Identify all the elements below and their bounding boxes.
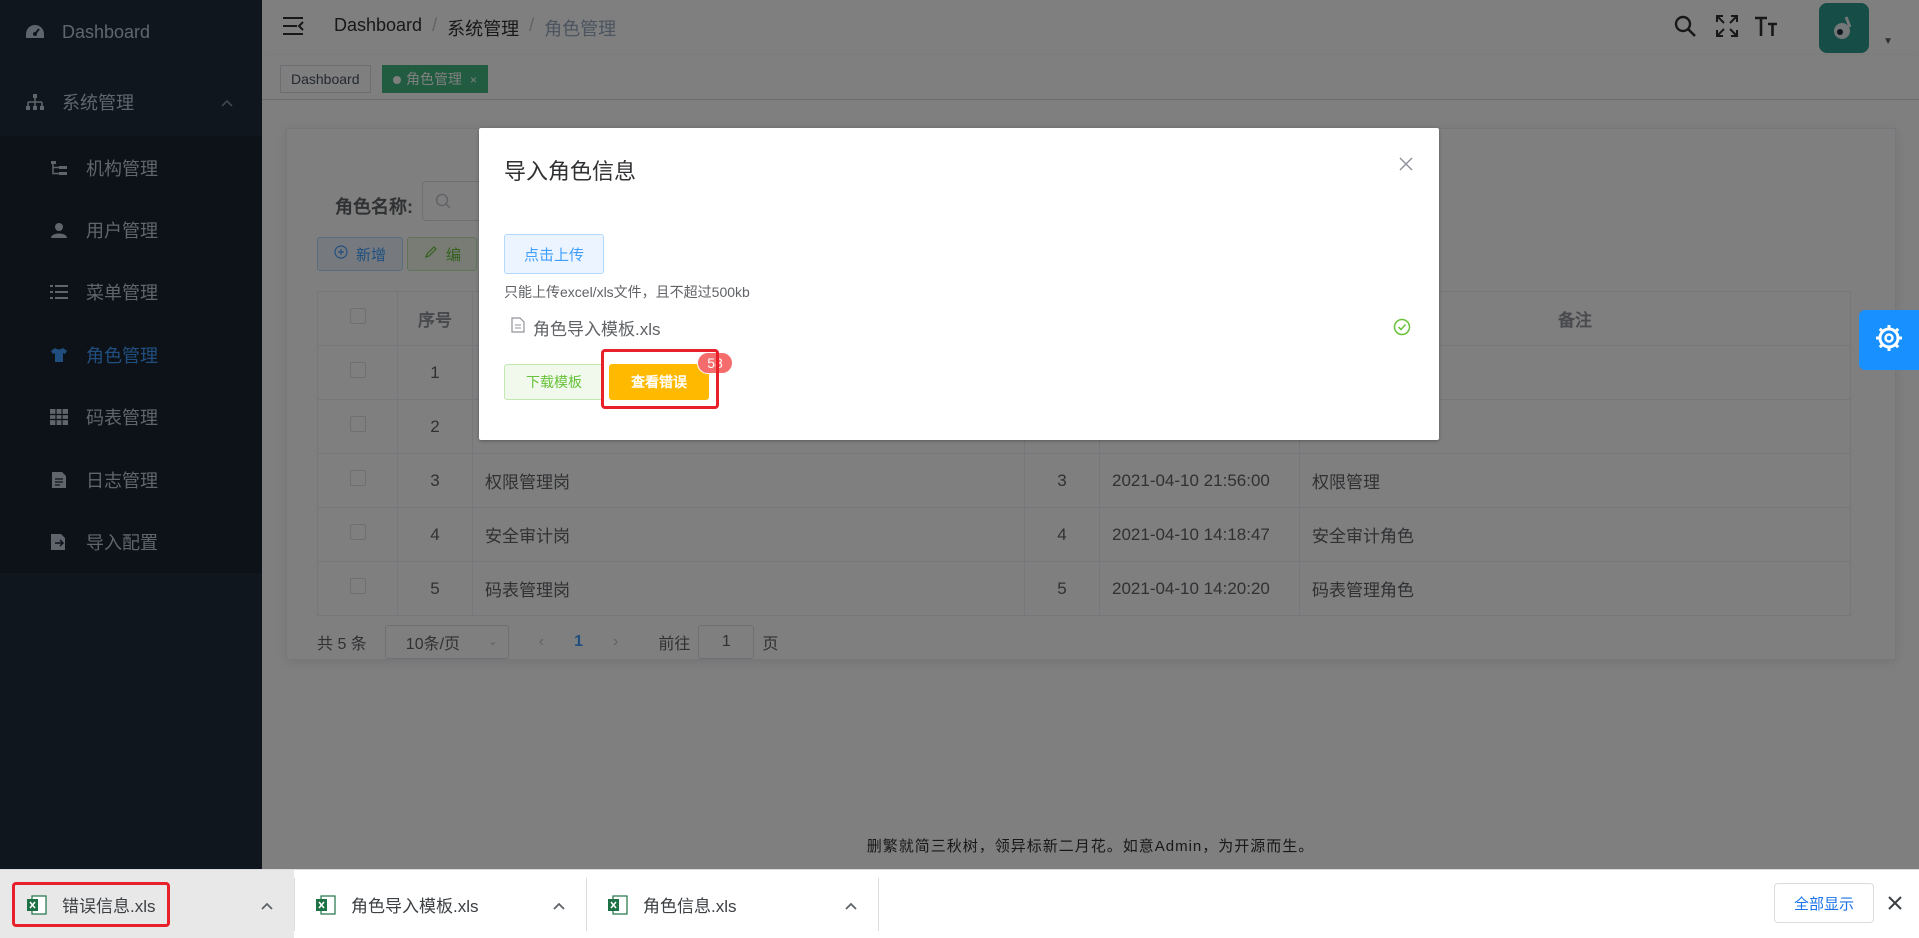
- highlight-box: [601, 349, 719, 409]
- upload-button[interactable]: 点击上传: [504, 234, 604, 274]
- download-item[interactable]: 角色导入模板.xls: [295, 870, 586, 938]
- highlight-box: [12, 882, 170, 927]
- import-dialog: 导入角色信息 点击上传 只能上传excel/xls文件，且不超过500kb 角色…: [479, 128, 1439, 440]
- download-file-name: 角色信息.xls: [643, 897, 737, 916]
- download-bar: 错误信息.xls 角色导入模板.xls 角色信息.xls 全部显示: [0, 869, 1919, 938]
- chevron-up-icon[interactable]: [552, 896, 566, 916]
- close-icon[interactable]: [1399, 156, 1413, 176]
- upload-tip: 只能上传excel/xls文件，且不超过500kb: [504, 284, 750, 300]
- divider: [878, 878, 879, 931]
- close-icon[interactable]: [1887, 895, 1903, 916]
- chevron-up-icon[interactable]: [260, 896, 274, 916]
- excel-file-icon: [315, 894, 337, 916]
- download-item[interactable]: 角色信息.xls: [587, 870, 878, 938]
- dialog-title: 导入角色信息: [504, 159, 637, 184]
- settings-button[interactable]: [1859, 310, 1919, 370]
- file-icon: [511, 316, 525, 338]
- download-template-button[interactable]: 下载模板: [504, 364, 604, 400]
- chevron-up-icon[interactable]: [844, 896, 858, 916]
- download-file-name: 角色导入模板.xls: [351, 897, 479, 916]
- show-all-downloads-button[interactable]: 全部显示: [1774, 883, 1874, 923]
- gear-icon: [1874, 323, 1904, 358]
- uploaded-file-item[interactable]: 角色导入模板.xls: [511, 313, 1411, 341]
- uploaded-file-name: 角色导入模板.xls: [533, 319, 661, 339]
- excel-file-icon: [607, 894, 629, 916]
- success-check-icon: [1393, 318, 1411, 341]
